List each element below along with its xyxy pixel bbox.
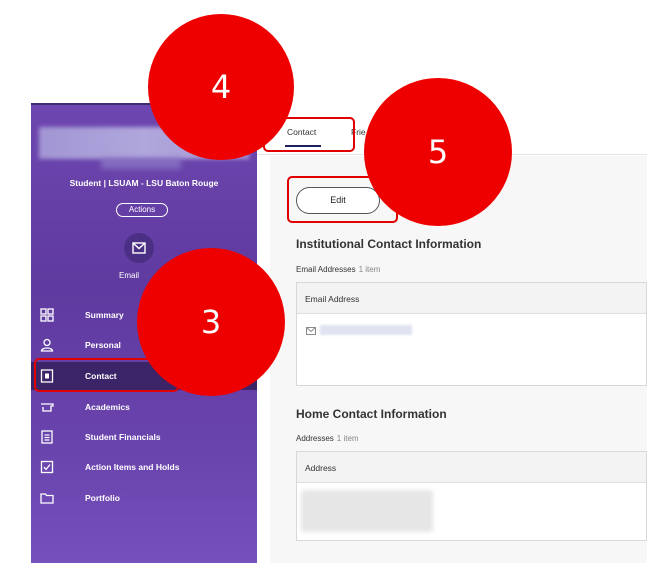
email-addresses-label: Email Addresses 1 item	[296, 265, 380, 274]
address-column-header: Address	[297, 452, 646, 483]
folder-icon	[40, 493, 54, 504]
screenshot-stage: Student | LSUAM - LSU Baton Rouge Action…	[0, 0, 647, 563]
email-addresses-panel: Email Address	[296, 282, 647, 386]
redacted-student-subtext	[101, 157, 181, 169]
email-addresses-text: Email Addresses	[296, 265, 356, 274]
addresses-label: Addresses 1 item	[296, 434, 359, 443]
sidebar-item-label: Student Financials	[85, 432, 161, 442]
callout-step-4: 4	[148, 14, 294, 160]
email-address-column-header: Email Address	[297, 283, 646, 314]
person-icon	[40, 338, 54, 352]
sidebar-item-label: Academics	[85, 402, 130, 412]
sidebar-item-label: Action Items and Holds	[85, 462, 180, 472]
actions-button[interactable]: Actions	[116, 203, 168, 217]
home-contact-title: Home Contact Information	[296, 407, 447, 421]
addresses-text: Addresses	[296, 434, 334, 443]
addresses-count: 1 item	[336, 434, 359, 443]
envelope-icon	[306, 327, 316, 335]
sidebar-item-label: Personal	[85, 340, 121, 350]
redacted-email-address[interactable]	[320, 325, 412, 335]
sidebar-item-portfolio[interactable]: Portfolio	[31, 484, 257, 512]
sidebar-item-label: Portfolio	[85, 493, 120, 503]
institutional-contact-title: Institutional Contact Information	[296, 237, 482, 251]
sidebar-item-academics[interactable]: Academics	[31, 393, 257, 421]
redacted-address	[301, 490, 433, 532]
sidebar-item-student-financials[interactable]: Student Financials	[31, 423, 257, 451]
addresses-panel: Address	[296, 451, 647, 541]
checkbox-icon	[40, 460, 54, 474]
graduation-cap-icon	[41, 403, 54, 412]
sidebar-item-action-items[interactable]: Action Items and Holds	[31, 453, 257, 481]
email-addresses-count: 1 item	[358, 265, 381, 274]
student-role: Student | LSUAM - LSU Baton Rouge	[69, 178, 219, 188]
sidebar-item-label: Summary	[85, 310, 124, 320]
grid-icon	[40, 308, 54, 322]
callout-step-3: 3	[137, 248, 285, 396]
email-label: Email	[119, 271, 140, 280]
email-button[interactable]	[124, 233, 154, 263]
document-list-icon	[41, 430, 53, 444]
callout-step-5: 5	[364, 78, 512, 226]
envelope-icon	[132, 242, 146, 254]
